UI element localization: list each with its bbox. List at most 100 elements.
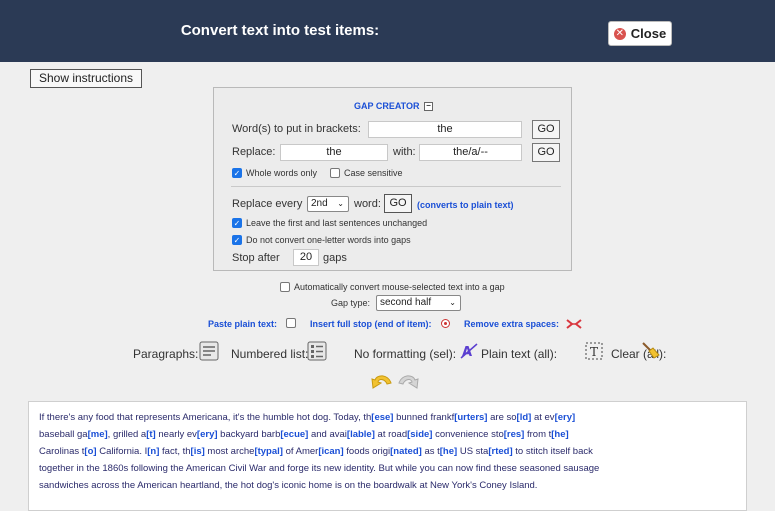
case-sensitive-checkbox[interactable] xyxy=(330,168,340,178)
leave-first-last-checkbox[interactable]: ✓ xyxy=(232,218,242,228)
replace-go-button[interactable]: GO xyxy=(532,143,560,162)
brackets-label: Word(s) to put in brackets: xyxy=(232,123,361,135)
gap-item[interactable]: [typal] xyxy=(254,446,283,457)
word-label: word: xyxy=(354,198,381,210)
text-line: baseball ga[me], grilled a[t] nearly ev[… xyxy=(39,426,736,443)
numbered-list-label: Numbered list: xyxy=(231,347,309,361)
text-segment: at ev xyxy=(531,412,555,423)
text-line: Carolinas t[o] California. I[n] fact, th… xyxy=(39,443,736,460)
replace-every-label: Replace every xyxy=(232,198,303,210)
gap-item[interactable]: [n] xyxy=(147,446,159,457)
stop-after-input[interactable]: 20 xyxy=(293,249,319,266)
text-segment: Carolinas t xyxy=(39,446,85,457)
replace-every-value: 2nd xyxy=(311,198,328,209)
auto-convert-label: Automatically convert mouse-selected tex… xyxy=(294,282,505,292)
gap-creator-panel: GAP CREATOR − Word(s) to put in brackets… xyxy=(213,87,572,271)
plain-text-label: Plain text (all): xyxy=(481,347,558,361)
text-segment: sandwiches across the American heartland… xyxy=(39,480,538,491)
text-segment: together in the 1860s following the Amer… xyxy=(39,463,600,474)
text-segment: of Amer xyxy=(282,446,319,457)
leave-first-last-label: Leave the first and last sentences uncha… xyxy=(246,218,428,228)
gap-creator-title[interactable]: GAP CREATOR − xyxy=(214,101,573,112)
numbered-list-icon[interactable] xyxy=(307,341,327,366)
gap-item[interactable]: [o] xyxy=(84,446,96,457)
text-segment: convenience sto xyxy=(432,429,504,440)
text-segment: are so xyxy=(487,412,517,423)
replace-label: Replace: xyxy=(232,146,276,158)
divider xyxy=(231,186,561,187)
gap-type-label: Gap type: xyxy=(331,298,371,308)
gap-creator-title-text: GAP CREATOR xyxy=(353,101,420,111)
no-formatting-label: No formatting (sel): xyxy=(354,347,457,361)
text-content-area[interactable]: If there's any food that represents Amer… xyxy=(28,401,747,511)
text-segment: US sta xyxy=(457,446,489,457)
gap-item[interactable]: [rted] xyxy=(488,446,512,457)
gap-item[interactable]: [is] xyxy=(191,446,205,457)
case-sensitive-label: Case sensitive xyxy=(344,168,403,178)
brackets-go-button[interactable]: GO xyxy=(532,120,560,139)
brackets-input[interactable]: the xyxy=(368,121,522,138)
gap-item[interactable]: [side] xyxy=(407,429,432,440)
gap-item[interactable]: [urters] xyxy=(454,412,487,423)
no-one-letter-label: Do not convert one-letter words into gap… xyxy=(246,235,411,245)
gap-item[interactable]: [he] xyxy=(551,429,568,440)
remove-spaces-icon[interactable] xyxy=(566,317,582,335)
show-instructions-button[interactable]: Show instructions xyxy=(30,69,142,88)
whole-words-checkbox[interactable]: ✓ xyxy=(232,168,242,178)
close-icon: ✕ xyxy=(613,27,626,40)
paste-plain-checkbox[interactable] xyxy=(286,318,296,328)
plain-text-icon[interactable]: T xyxy=(585,342,603,365)
undo-icon[interactable] xyxy=(370,371,394,398)
gap-item[interactable]: [nated] xyxy=(390,446,422,457)
replace-every-select[interactable]: 2nd ⌄ xyxy=(307,196,349,212)
paragraphs-icon[interactable] xyxy=(199,341,219,366)
text-segment: from t xyxy=(524,429,552,440)
gap-type-value: second half xyxy=(380,297,432,308)
text-line: sandwiches across the American heartland… xyxy=(39,477,736,494)
with-label: with: xyxy=(393,146,416,158)
close-label: Close xyxy=(630,26,667,41)
header-bar: Convert text into test items: ✕ Close xyxy=(0,0,775,62)
gap-type-select[interactable]: second half ⌄ xyxy=(376,295,461,311)
replace-every-go-button[interactable]: GO xyxy=(384,194,412,213)
collapse-icon[interactable]: − xyxy=(424,102,434,112)
redo-icon[interactable] xyxy=(396,371,420,398)
paste-plain-label: Paste plain text: xyxy=(208,319,278,329)
gap-item[interactable]: [ery] xyxy=(555,412,576,423)
text-segment: fact, th xyxy=(159,446,191,457)
gap-item[interactable]: [lable] xyxy=(347,429,375,440)
paragraphs-label: Paragraphs: xyxy=(133,347,199,361)
gap-item[interactable]: [me] xyxy=(88,429,108,440)
whole-words-label: Whole words only xyxy=(246,168,318,178)
svg-text:T: T xyxy=(590,345,598,359)
text-segment: backyard barb xyxy=(217,429,281,440)
no-one-letter-checkbox[interactable]: ✓ xyxy=(232,235,242,245)
text-line: If there's any food that represents Amer… xyxy=(39,409,736,426)
gap-item[interactable]: [ese] xyxy=(371,412,393,423)
converts-note: (converts to plain text) xyxy=(417,200,514,210)
page-title: Convert text into test items: xyxy=(180,22,380,39)
gap-item[interactable]: [ican] xyxy=(318,446,343,457)
auto-convert-checkbox[interactable] xyxy=(280,282,290,292)
with-input[interactable]: the/a/-- xyxy=(419,144,522,161)
gap-item[interactable]: [ld] xyxy=(517,412,532,423)
stop-after-label: Stop after xyxy=(232,252,280,264)
gap-item[interactable]: [res] xyxy=(504,429,525,440)
gap-item[interactable]: [he] xyxy=(440,446,457,457)
remove-spaces-label: Remove extra spaces: xyxy=(464,319,560,329)
replace-input[interactable]: the xyxy=(280,144,388,161)
text-segment: foods origi xyxy=(343,446,391,457)
text-line: together in the 1860s following the Amer… xyxy=(39,460,736,477)
text-segment: as t xyxy=(421,446,440,457)
insert-full-stop-radio[interactable] xyxy=(441,319,450,328)
close-button[interactable]: ✕ Close xyxy=(608,21,672,46)
broom-icon[interactable] xyxy=(640,340,660,365)
text-segment: to stitch itself back xyxy=(512,446,593,457)
gap-item[interactable]: [ecue] xyxy=(280,429,308,440)
text-segment: California. I xyxy=(96,446,148,457)
gap-item[interactable]: [t] xyxy=(146,429,156,440)
text-segment: and avai xyxy=(308,429,347,440)
no-formatting-icon[interactable]: A xyxy=(460,342,478,365)
gap-item[interactable]: [ery] xyxy=(197,429,218,440)
text-segment: at road xyxy=(374,429,408,440)
